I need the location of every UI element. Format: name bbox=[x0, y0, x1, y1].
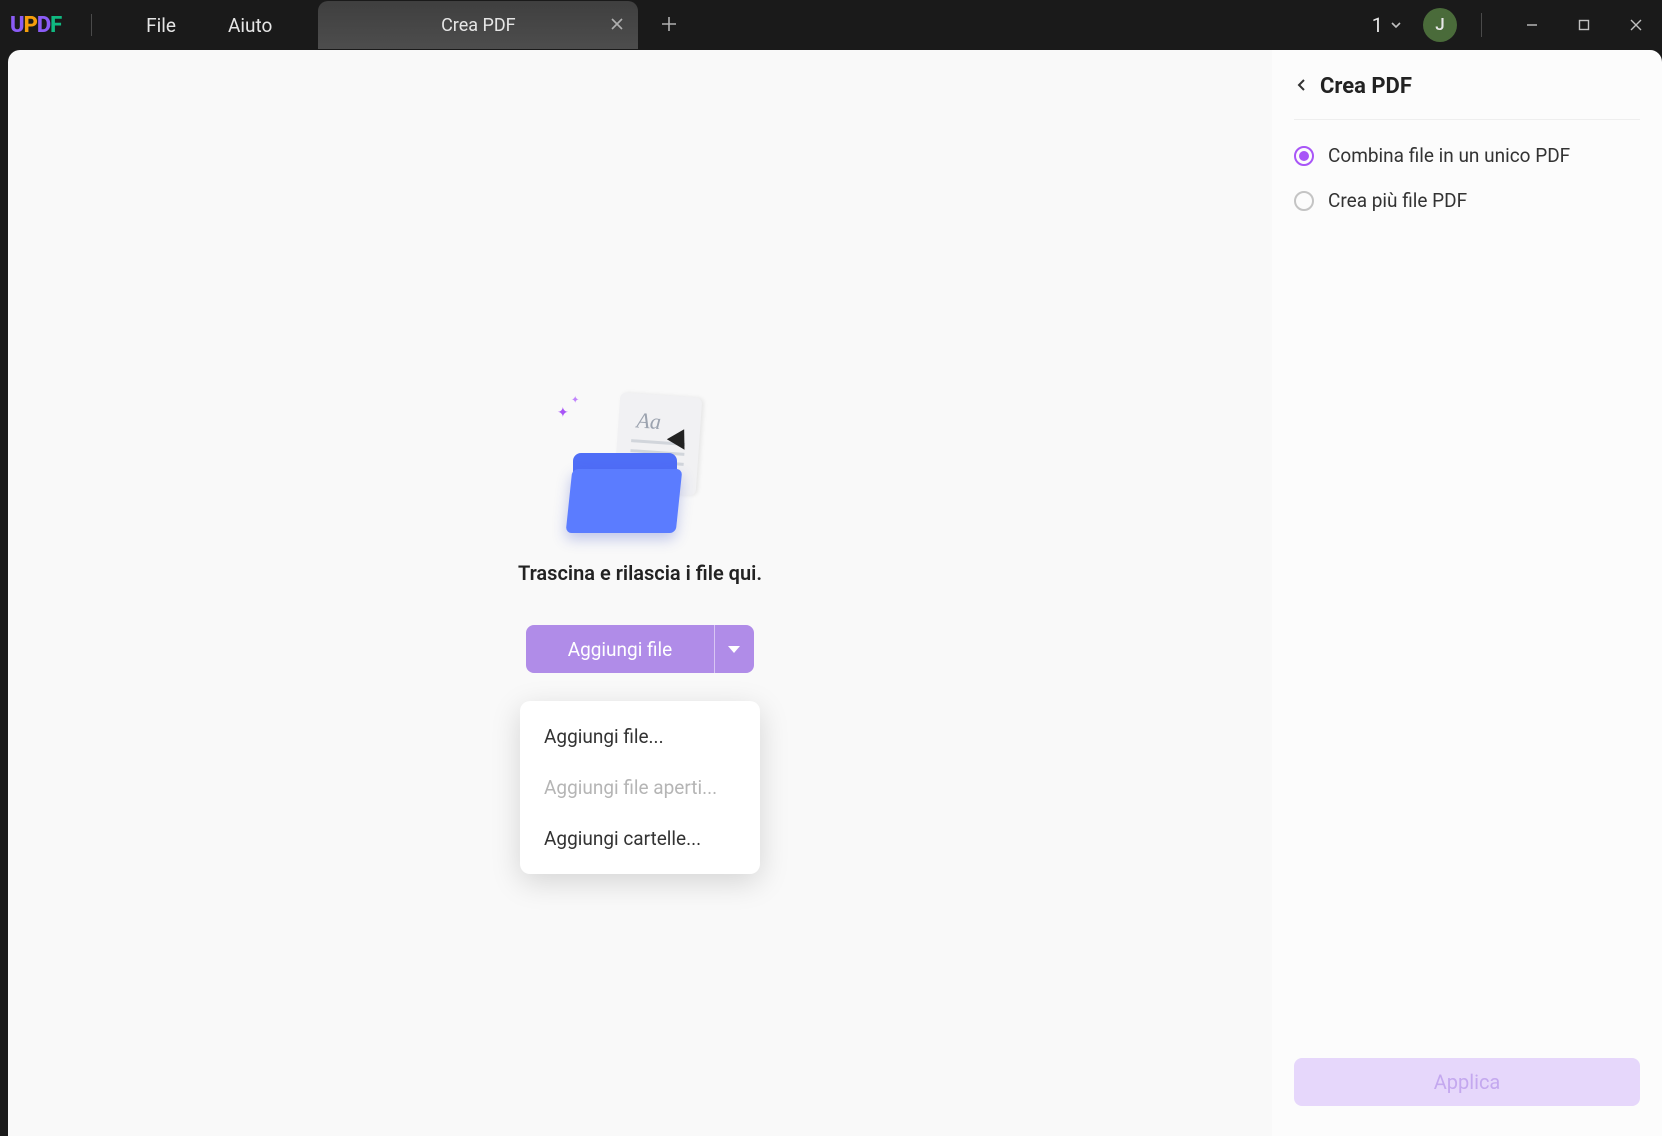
user-avatar[interactable]: J bbox=[1423, 8, 1457, 42]
close-icon[interactable] bbox=[610, 15, 624, 36]
caret-down-icon bbox=[728, 646, 740, 653]
tab-create-pdf[interactable]: Crea PDF bbox=[318, 1, 638, 49]
radio-icon bbox=[1294, 191, 1314, 211]
window-minimize-button[interactable] bbox=[1506, 0, 1558, 50]
tab-label: Crea PDF bbox=[441, 15, 516, 36]
apply-button[interactable]: Applica bbox=[1294, 1058, 1640, 1106]
panel-title: Crea PDF bbox=[1320, 74, 1412, 99]
radio-multiple-pdfs[interactable]: Crea più file PDF bbox=[1294, 189, 1640, 212]
tab-add-button[interactable] bbox=[660, 10, 678, 40]
radio-combine-single[interactable]: Combina file in un unico PDF bbox=[1294, 144, 1640, 167]
menu-item-add-file[interactable]: Aggiungi file... bbox=[520, 711, 760, 762]
window-close-button[interactable] bbox=[1610, 0, 1662, 50]
window-maximize-button[interactable] bbox=[1558, 0, 1610, 50]
main-drop-area[interactable]: ✦✦ Trascina e rilascia i file qui. Aggiu… bbox=[8, 50, 1272, 1136]
add-file-button[interactable]: Aggiungi file bbox=[526, 625, 754, 673]
radio-label: Combina file in un unico PDF bbox=[1328, 144, 1570, 167]
menu-help[interactable]: Aiuto bbox=[202, 6, 298, 45]
add-dropdown-menu: Aggiungi file... Aggiungi file aperti...… bbox=[520, 701, 760, 874]
add-file-button-label: Aggiungi file bbox=[526, 638, 714, 661]
drop-message: Trascina e rilascia i file qui. bbox=[518, 561, 762, 585]
dropzone: ✦✦ Trascina e rilascia i file qui. Aggiu… bbox=[518, 393, 762, 673]
folder-illustration-icon: ✦✦ bbox=[555, 393, 725, 533]
add-file-dropdown-toggle[interactable] bbox=[714, 625, 754, 673]
menu-file[interactable]: File bbox=[120, 6, 202, 45]
app-logo: UPDF bbox=[10, 13, 61, 38]
titlebar: UPDF File Aiuto Crea PDF 1 J bbox=[0, 0, 1662, 50]
avatar-initial: J bbox=[1435, 15, 1444, 35]
chevron-left-icon bbox=[1294, 77, 1310, 93]
chevron-down-icon bbox=[1389, 18, 1403, 32]
menu-item-add-open-files: Aggiungi file aperti... bbox=[520, 762, 760, 813]
tab-count: 1 bbox=[1372, 13, 1383, 37]
tab-count-dropdown[interactable]: 1 bbox=[1372, 13, 1403, 37]
tabs: Crea PDF bbox=[318, 1, 678, 49]
radio-label: Crea più file PDF bbox=[1328, 189, 1467, 212]
panel-back-button[interactable] bbox=[1294, 77, 1310, 97]
separator bbox=[91, 14, 92, 36]
radio-icon bbox=[1294, 146, 1314, 166]
side-panel: Crea PDF Combina file in un unico PDF Cr… bbox=[1272, 50, 1662, 1136]
separator bbox=[1481, 13, 1482, 37]
menu-item-add-folders[interactable]: Aggiungi cartelle... bbox=[520, 813, 760, 864]
